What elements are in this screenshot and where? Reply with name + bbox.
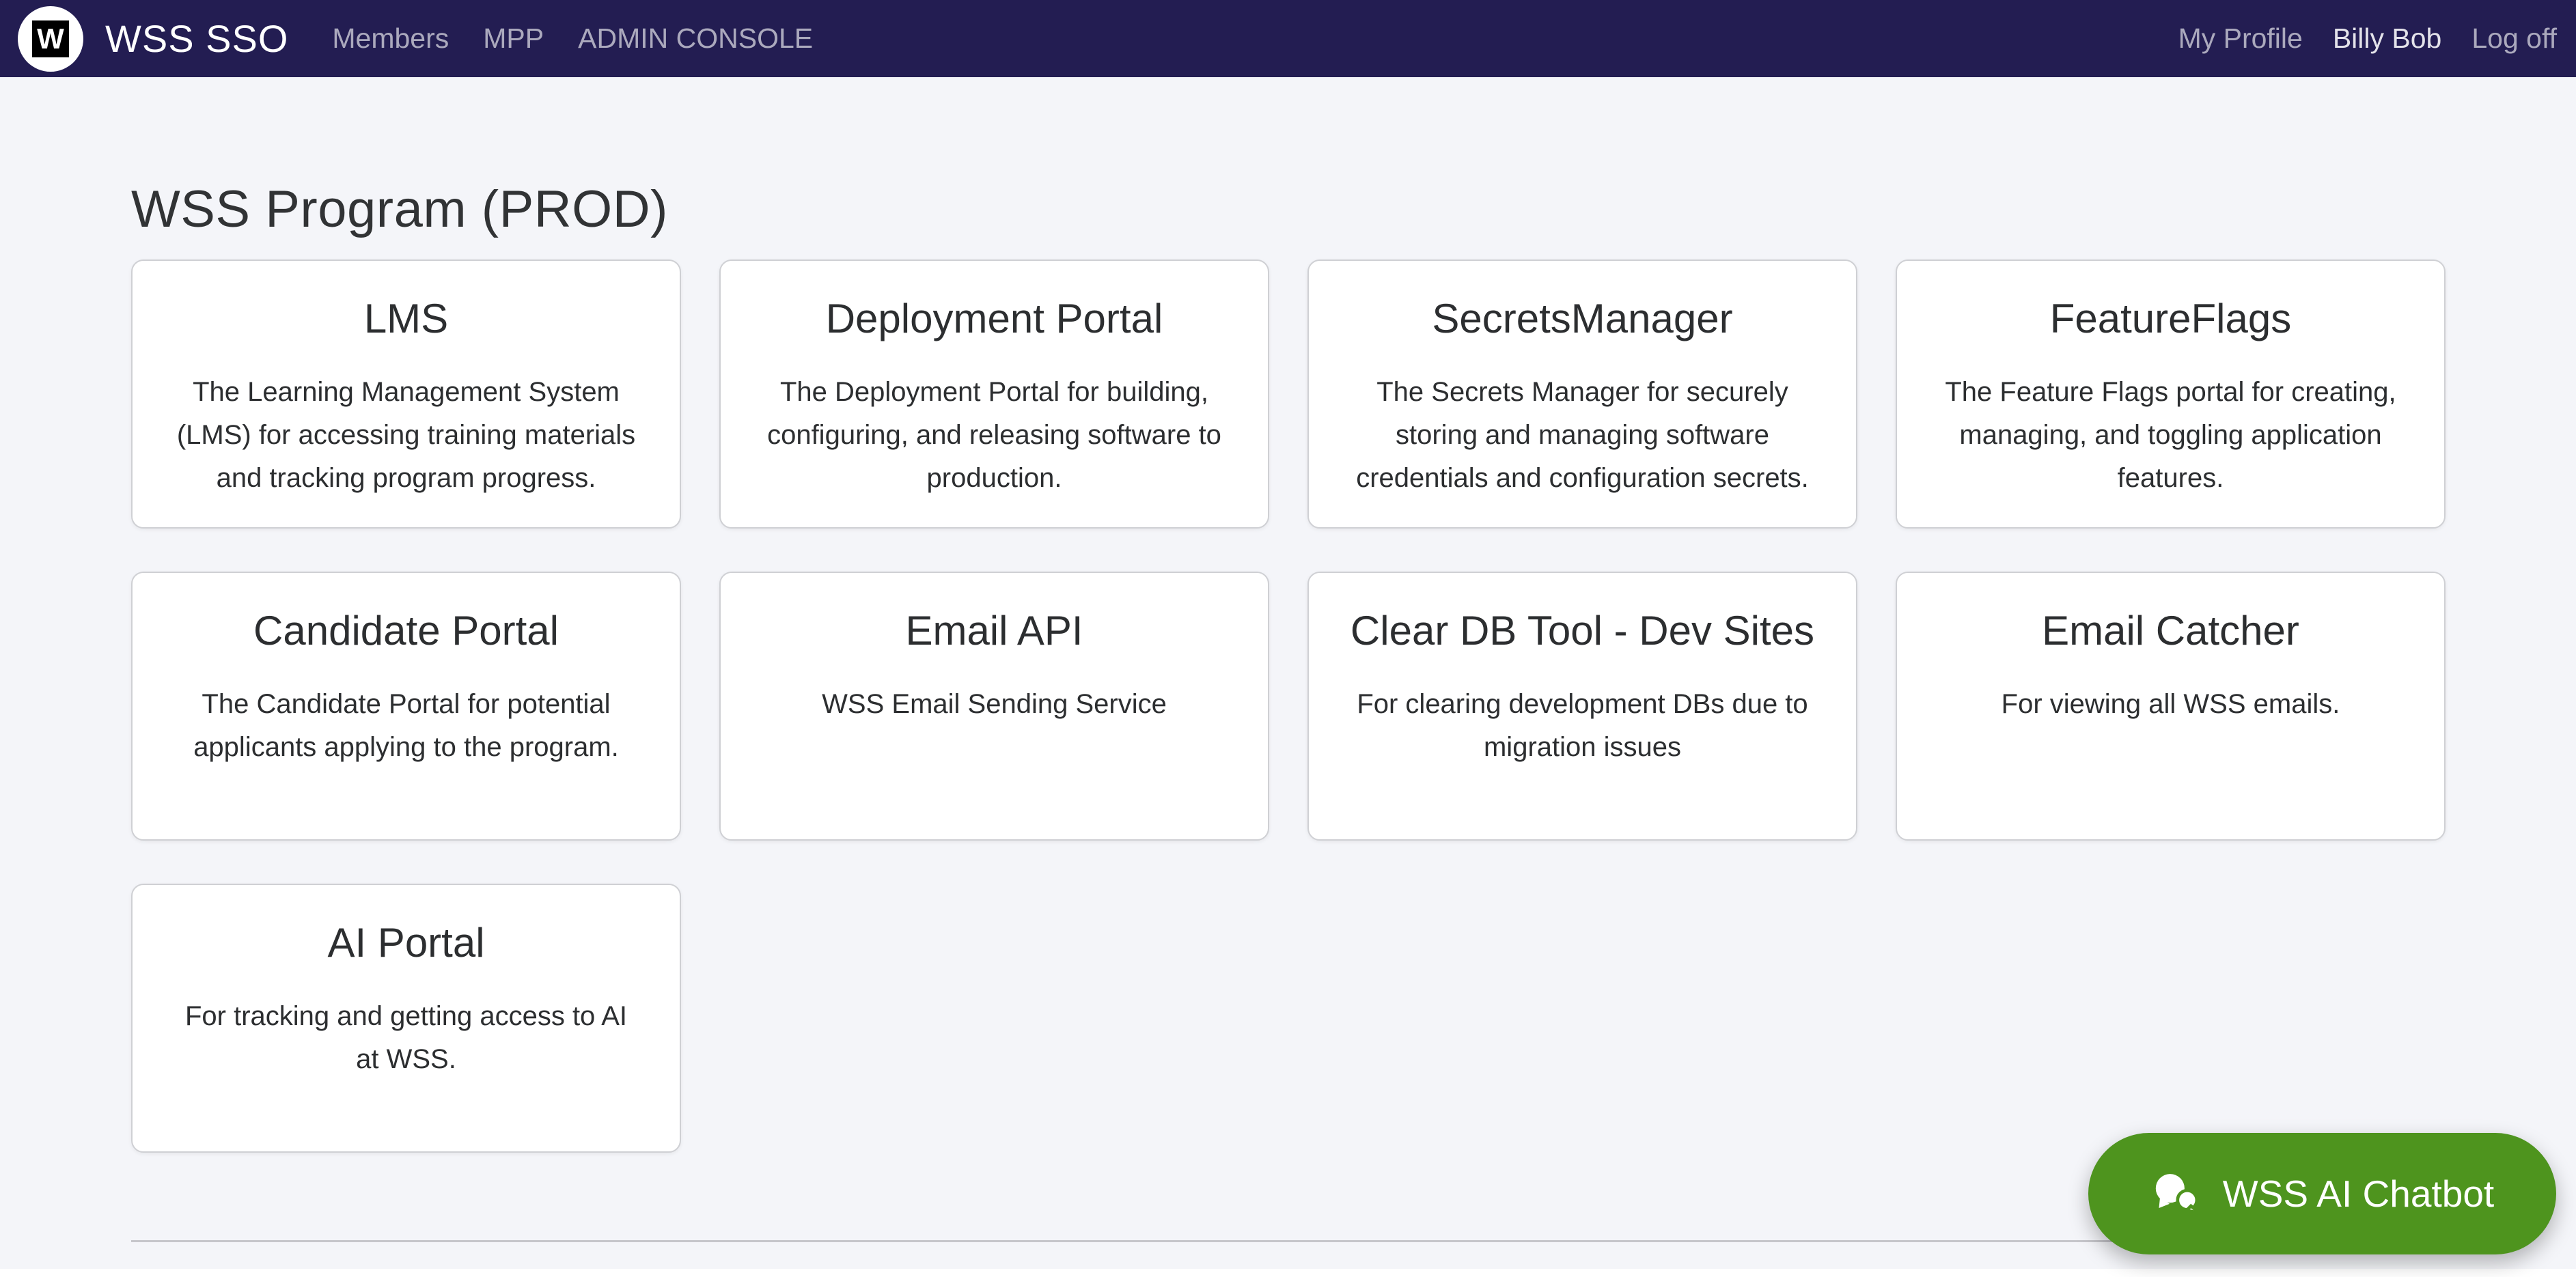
app-card-candidate-portal[interactable]: Candidate Portal The Candidate Portal for… <box>131 572 681 841</box>
app-card-featureflags[interactable]: FeatureFlags The Feature Flags portal for… <box>1896 259 2446 529</box>
card-description: For tracking and getting access to AI at… <box>184 1001 627 1075</box>
card-description: For clearing development DBs due to migr… <box>1357 689 1808 763</box>
nav-links-right: My Profile Billy Bob Log off <box>2178 23 2558 55</box>
card-title: Candidate Portal <box>253 608 559 654</box>
card-description: The Feature Flags portal for creating, m… <box>1945 377 2396 494</box>
main-content: WSS Program (PROD) LMS The Learning Manag… <box>0 180 2576 1242</box>
wss-logo-icon: W <box>18 5 83 72</box>
card-description: The Secrets Manager for securely storing… <box>1356 377 1809 494</box>
card-title: Email API <box>905 608 1083 654</box>
footer-divider <box>131 1240 2445 1242</box>
app-card-lms[interactable]: LMS The Learning Management System (LMS) … <box>131 259 681 529</box>
card-title: SecretsManager <box>1432 296 1733 341</box>
app-card-clear-db-tool-dev-sites[interactable]: Clear DB Tool - Dev Sites For clearing de… <box>1307 572 1857 841</box>
nav-link-my-profile[interactable]: My Profile <box>2178 23 2303 55</box>
app-card-email-catcher[interactable]: Email Catcher For viewing all WSS emails. <box>1896 572 2446 841</box>
nav-link-admin-console[interactable]: ADMIN CONSOLE <box>578 23 813 55</box>
card-title: Email Catcher <box>2042 608 2299 654</box>
card-description: For viewing all WSS emails. <box>2001 689 2340 719</box>
card-description: WSS Email Sending Service <box>822 689 1167 719</box>
page-title: WSS Program (PROD) <box>131 180 668 238</box>
app-cards-grid: LMS The Learning Management System (LMS) … <box>131 259 2446 1153</box>
card-title: LMS <box>363 296 449 341</box>
app-card-ai-portal[interactable]: AI Portal For tracking and getting access… <box>131 884 681 1153</box>
nav-link-billy-bob[interactable]: Billy Bob <box>2333 23 2442 55</box>
nav-link-log-off[interactable]: Log off <box>2471 23 2557 55</box>
card-description: The Candidate Portal for potential appli… <box>193 689 619 763</box>
card-title: FeatureFlags <box>2049 296 2292 341</box>
top-navbar: W WSS SSO Members MPP ADMIN CONSOLE My Pro… <box>0 0 2576 77</box>
nav-link-mpp[interactable]: MPP <box>483 23 544 55</box>
card-description: The Deployment Portal for building, conf… <box>767 377 1221 494</box>
wss-ai-chatbot-button[interactable]: WSS AI Chatbot <box>2088 1133 2556 1254</box>
chatbot-button-label: WSS AI Chatbot <box>2222 1173 2495 1215</box>
logo-letter: W <box>32 20 69 57</box>
app-card-secretsmanager[interactable]: SecretsManager The Secrets Manager for se… <box>1307 259 1857 529</box>
brand-link[interactable]: W WSS SSO <box>18 5 289 72</box>
card-description: The Learning Management System (LMS) for… <box>176 377 636 494</box>
card-title: AI Portal <box>327 920 485 966</box>
nav-link-members[interactable]: Members <box>332 23 449 55</box>
card-title: Clear DB Tool - Dev Sites <box>1350 608 1815 654</box>
app-card-email-api[interactable]: Email API WSS Email Sending Service <box>719 572 1269 841</box>
app-card-deployment-portal[interactable]: Deployment Portal The Deployment Portal f… <box>719 259 1269 529</box>
brand-title: WSS SSO <box>105 17 289 60</box>
chat-bubbles-icon <box>2155 1174 2201 1216</box>
footer-strip <box>0 1269 2576 1277</box>
nav-links-left: Members MPP ADMIN CONSOLE <box>332 23 813 55</box>
card-title: Deployment Portal <box>825 296 1163 341</box>
